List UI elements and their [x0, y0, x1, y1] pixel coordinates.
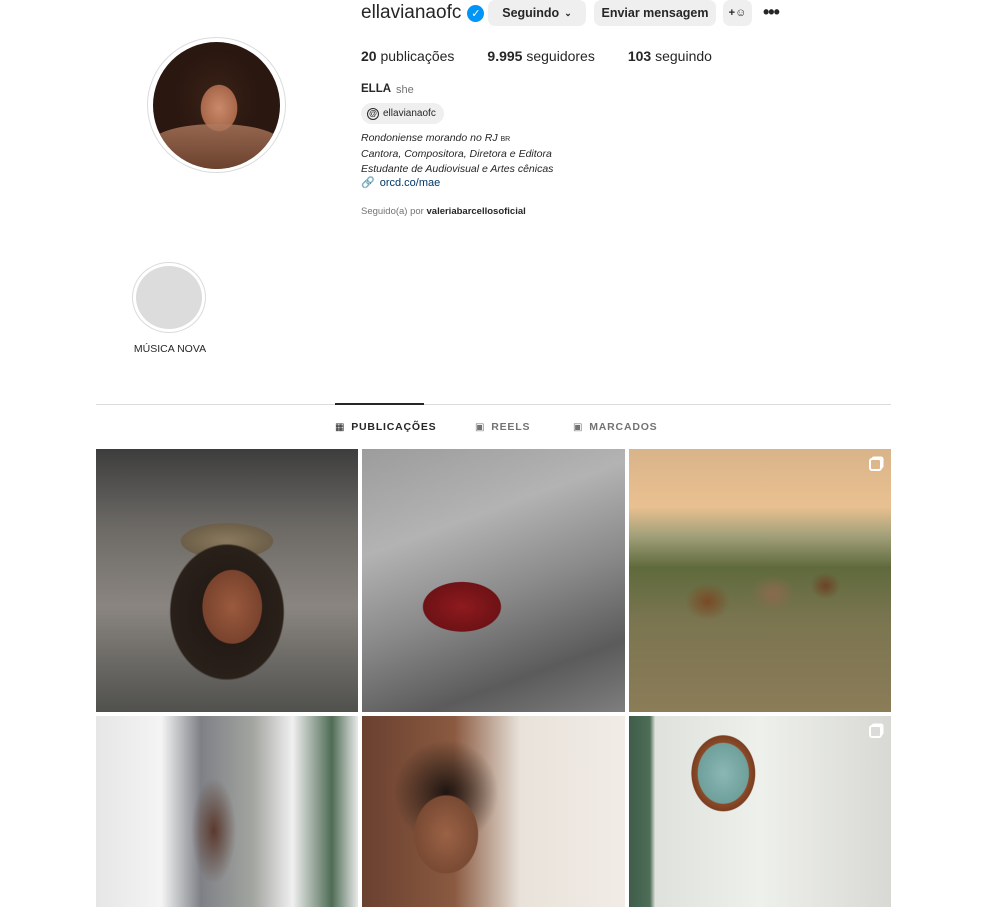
- profile-username: ellavianaofc: [361, 2, 462, 23]
- carousel-icon: [869, 725, 882, 738]
- following-stat[interactable]: 103 seguindo: [628, 48, 712, 64]
- following-button-label: Seguindo: [502, 6, 560, 20]
- tab-tagged-label: MARCADOS: [589, 421, 658, 433]
- bio-line-3: Estudante de Audiovisual e Artes cênicas: [361, 163, 554, 175]
- more-options-icon[interactable]: •••: [763, 2, 780, 23]
- bio-link[interactable]: 🔗 orcd.co/mae: [361, 176, 441, 190]
- send-message-button[interactable]: Enviar mensagem: [594, 0, 716, 26]
- link-icon: 🔗: [361, 177, 375, 189]
- highlight-cover: [136, 266, 202, 329]
- followed-by-user: valeriabarcellosoficial: [426, 206, 526, 217]
- tab-tagged[interactable]: ▣ MARCADOS: [573, 421, 657, 433]
- add-user-icon: +☺: [728, 7, 747, 19]
- tab-posts[interactable]: ▦ PUBLICAÇÕES: [335, 421, 436, 433]
- profile-pronoun: she: [396, 84, 414, 96]
- highlight-label: MÚSICA NOVA: [133, 343, 207, 355]
- tab-reels[interactable]: ▣ REELS: [475, 421, 530, 433]
- followers-stat[interactable]: 9.995 seguidores: [487, 48, 594, 64]
- threads-link[interactable]: @ ellavianaofc: [361, 103, 444, 124]
- profile-avatar[interactable]: [153, 41, 280, 169]
- posts-stat: 20 publicações: [361, 48, 455, 64]
- highlight-musica-nova[interactable]: [132, 262, 206, 333]
- tab-posts-label: PUBLICAÇÕES: [351, 421, 437, 433]
- active-tab-indicator: [335, 403, 424, 405]
- bio-line-1: Rondoniense morando no RJ: [361, 132, 498, 144]
- profile-avatar-ring[interactable]: [147, 37, 286, 173]
- post-thumbnail[interactable]: [362, 449, 625, 712]
- profile-full-name: ELLA: [361, 83, 392, 95]
- reels-icon: ▣: [475, 421, 486, 433]
- post-thumbnail[interactable]: [96, 716, 358, 907]
- grid-icon: ▦: [335, 421, 346, 433]
- suggested-users-button[interactable]: +☺: [723, 0, 752, 26]
- bio-flag: BR: [500, 136, 511, 143]
- tagged-icon: ▣: [573, 421, 584, 433]
- bio-link-text: orcd.co/mae: [379, 176, 441, 189]
- followed-by[interactable]: Seguido(a) por valeriabarcellosoficial: [361, 206, 526, 217]
- threads-icon: @: [367, 107, 379, 120]
- send-message-label: Enviar mensagem: [601, 6, 709, 20]
- verified-badge-icon: ✓: [467, 4, 485, 22]
- profile-bio: Rondoniense morando no RJ BR Cantora, Co…: [361, 131, 553, 177]
- post-thumbnail[interactable]: [629, 716, 891, 907]
- following-button[interactable]: Seguindo ⌄: [488, 0, 586, 26]
- profile-stats: 20 publicações 9.995 seguidores 103 segu…: [361, 48, 712, 64]
- post-thumbnail[interactable]: [362, 716, 625, 907]
- tab-reels-label: REELS: [491, 421, 531, 433]
- carousel-icon: [869, 458, 882, 471]
- tabs-divider: [96, 404, 891, 405]
- chevron-down-icon: ⌄: [564, 7, 572, 18]
- post-thumbnail[interactable]: [629, 449, 891, 712]
- followed-by-prefix: Seguido(a) por: [361, 206, 424, 217]
- post-thumbnail[interactable]: [96, 449, 358, 712]
- bio-line-2: Cantora, Compositora, Diretora e Editora: [361, 148, 552, 160]
- threads-handle: ellavianaofc: [383, 108, 436, 119]
- profile-username-row: ellavianaofc ✓: [361, 2, 485, 24]
